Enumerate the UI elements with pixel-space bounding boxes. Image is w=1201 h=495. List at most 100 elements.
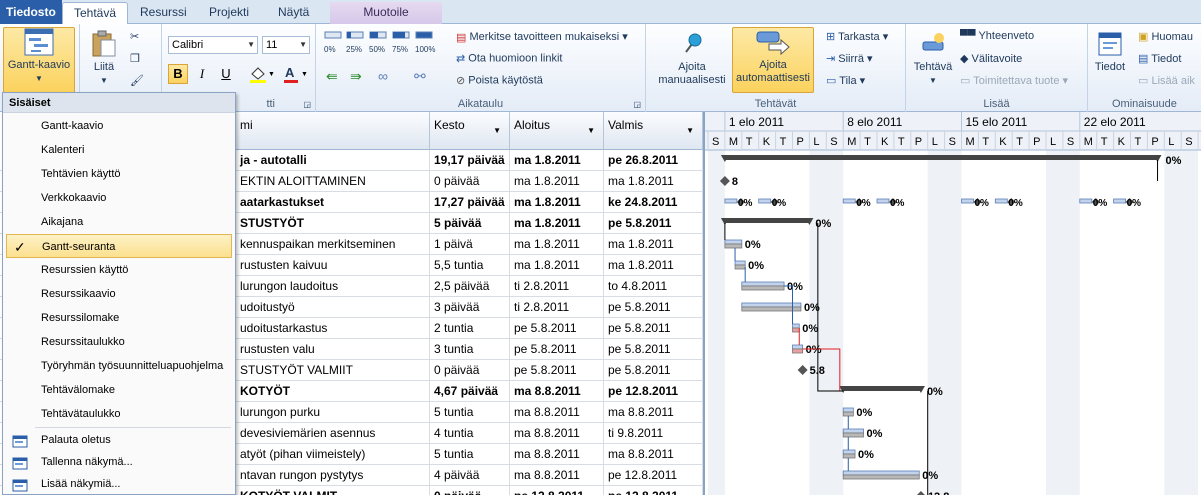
menu-item-tracking-gantt[interactable]: ✓ Gantt-seuranta [6,234,232,258]
cell-duration[interactable]: 3 päivää [430,297,510,318]
cell-finish[interactable]: pe 5.8.2011 [604,213,703,234]
cell-finish[interactable]: to 4.8.2011 [604,276,703,297]
schedule-dialog-launcher-icon[interactable]: ◲ [633,100,641,109]
cell-name[interactable]: ja - autotalli [236,150,430,171]
pct-25-button[interactable]: 25% [346,30,364,55]
menu-item-team-planner[interactable]: Työryhmän työsuunnitteluapuohjelma [3,354,235,378]
cell-start[interactable]: ma 1.8.2011 [510,255,604,276]
menu-item-task-sheet[interactable]: Tehtävätaulukko [3,402,235,426]
menu-item-resource-graph[interactable]: Resurssikaavio [3,282,235,306]
underline-button[interactable]: U [216,64,236,84]
summary-button[interactable]: ▀▀ Yhteenveto [960,30,1034,42]
cell-name[interactable]: lurungon laudoitus [236,276,430,297]
cell-duration[interactable]: 5 tuntia [430,402,510,423]
menu-action-more-views[interactable]: Lisää näkymiä... [3,473,235,495]
copy-icon[interactable]: ❐ [130,52,140,65]
cell-start[interactable]: ma 1.8.2011 [510,171,604,192]
auto-schedule-button[interactable]: Ajoita automaattisesti [732,27,814,93]
bold-button[interactable]: B [168,64,188,84]
cell-start[interactable]: ma 1.8.2011 [510,234,604,255]
menu-item-network-diagram[interactable]: Verkkokaavio [3,186,235,210]
gantt-chart-button[interactable]: Gantt-kaavio ▼ [3,27,75,93]
manual-schedule-button[interactable]: Ajoita manuaalisesti [654,30,730,90]
duration-dropdown-icon[interactable]: ▼ [493,126,501,135]
tab-view[interactable]: Näytä [267,2,320,24]
paste-button[interactable]: Liitä ▼ [86,30,122,90]
cell-start[interactable]: pe 12.8.2011 [510,486,604,495]
cell-start[interactable]: ti 2.8.2011 [510,297,604,318]
cell-finish[interactable]: pe 12.8.2011 [604,381,703,402]
cell-duration[interactable]: 5,5 tuntia [430,255,510,276]
cell-duration[interactable]: 17,27 päivää [430,192,510,213]
font-name-combo[interactable]: Calibri ▼ [168,36,258,54]
cell-start[interactable]: ma 1.8.2011 [510,192,604,213]
cell-finish[interactable]: pe 5.8.2011 [604,318,703,339]
column-header-start[interactable]: Aloitus ▼ [510,112,604,150]
tab-task[interactable]: Tehtävä [62,2,129,25]
cell-finish[interactable]: ma 1.8.2011 [604,171,703,192]
cell-start[interactable]: pe 5.8.2011 [510,318,604,339]
pct-75-button[interactable]: 75% [392,30,410,55]
cell-start[interactable]: ma 1.8.2011 [510,213,604,234]
cell-name[interactable]: atyöt (pihan viimeistely) [236,444,430,465]
cell-start[interactable]: ma 8.8.2011 [510,423,604,444]
cell-finish[interactable]: pe 5.8.2011 [604,297,703,318]
cell-finish[interactable]: ma 8.8.2011 [604,444,703,465]
cell-name[interactable]: ntavan rungon pystytys [236,465,430,486]
add-to-timeline-button[interactable]: ▭ Lisää aik [1138,74,1195,87]
cell-name[interactable]: lurungon purku [236,402,430,423]
cell-start[interactable]: pe 5.8.2011 [510,360,604,381]
cell-finish[interactable]: pe 26.8.2011 [604,150,703,171]
cell-finish[interactable]: ti 9.8.2011 [604,423,703,444]
cell-name[interactable]: STUSTYÖT [236,213,430,234]
menu-item-gantt-chart[interactable]: Gantt-kaavio [3,114,235,138]
cell-duration[interactable]: 19,17 päivää [430,150,510,171]
cell-finish[interactable]: pe 5.8.2011 [604,360,703,381]
cell-duration[interactable]: 0 päivää [430,360,510,381]
outdent-icon[interactable]: ⇚ [326,68,338,85]
cell-duration[interactable]: 4 tuntia [430,423,510,444]
cell-start[interactable]: ma 8.8.2011 [510,402,604,423]
information-button[interactable]: Tiedot [1092,30,1128,90]
cell-start[interactable]: ti 2.8.2011 [510,276,604,297]
fill-color-button[interactable]: ▼ [246,64,276,84]
cell-name[interactable]: STUSTYÖT VALMIIT [236,360,430,381]
cell-name[interactable]: aatarkastukset [236,192,430,213]
menu-item-timeline[interactable]: Aikajana [3,210,235,234]
link-tasks-icon[interactable]: ∞ [378,68,388,84]
cell-duration[interactable]: 5 päivää [430,213,510,234]
cell-duration[interactable]: 3 tuntia [430,339,510,360]
cell-finish[interactable]: ke 24.8.2011 [604,192,703,213]
cell-name[interactable]: rustusten kaivuu [236,255,430,276]
tab-format[interactable]: Muotoile [330,2,442,24]
tab-file[interactable]: Tiedosto [0,0,62,24]
cell-start[interactable]: ma 8.8.2011 [510,381,604,402]
column-header-task-name[interactable]: mi [236,112,430,150]
cell-start[interactable]: ma 8.8.2011 [510,465,604,486]
menu-action-reset-to-default[interactable]: Palauta oletus [3,429,235,451]
cell-start[interactable]: ma 8.8.2011 [510,444,604,465]
cell-duration[interactable]: 2,5 päivää [430,276,510,297]
pct-50-button[interactable]: 50% [369,30,387,55]
tab-project[interactable]: Projekti [198,2,260,24]
move-button[interactable]: ⇥ Siirrä ▾ [826,52,873,65]
font-color-button[interactable]: A ▼ [280,64,310,84]
milestone-button[interactable]: ◆ Välitavoite [960,52,1022,65]
cell-start[interactable]: ma 1.8.2011 [510,150,604,171]
pct-100-button[interactable]: 100% [415,30,435,55]
menu-item-task-usage[interactable]: Tehtävien käyttö [3,162,235,186]
notes-button[interactable]: ▣ Huomau [1138,30,1193,43]
cell-duration[interactable]: 0 päivää [430,486,510,495]
cell-finish[interactable]: ma 1.8.2011 [604,234,703,255]
cell-duration[interactable]: 1 päivä [430,234,510,255]
pct-0-button[interactable]: 0% [324,30,342,55]
inactivate-button[interactable]: ⊘ Poista käytöstä [456,74,543,87]
cell-name[interactable]: EKTIN ALOITTAMINEN [236,171,430,192]
menu-action-save-view[interactable]: Tallenna näkymä... [3,451,235,473]
cell-duration[interactable]: 0 päivää [430,171,510,192]
cell-name[interactable]: KOTYÖT [236,381,430,402]
cell-name[interactable]: udoitustarkastus [236,318,430,339]
cell-name[interactable]: KOTYÖT VALMIT [236,486,430,495]
indent-icon[interactable]: ⇛ [350,68,362,85]
format-painter-icon[interactable]: 🖌 [130,74,144,87]
